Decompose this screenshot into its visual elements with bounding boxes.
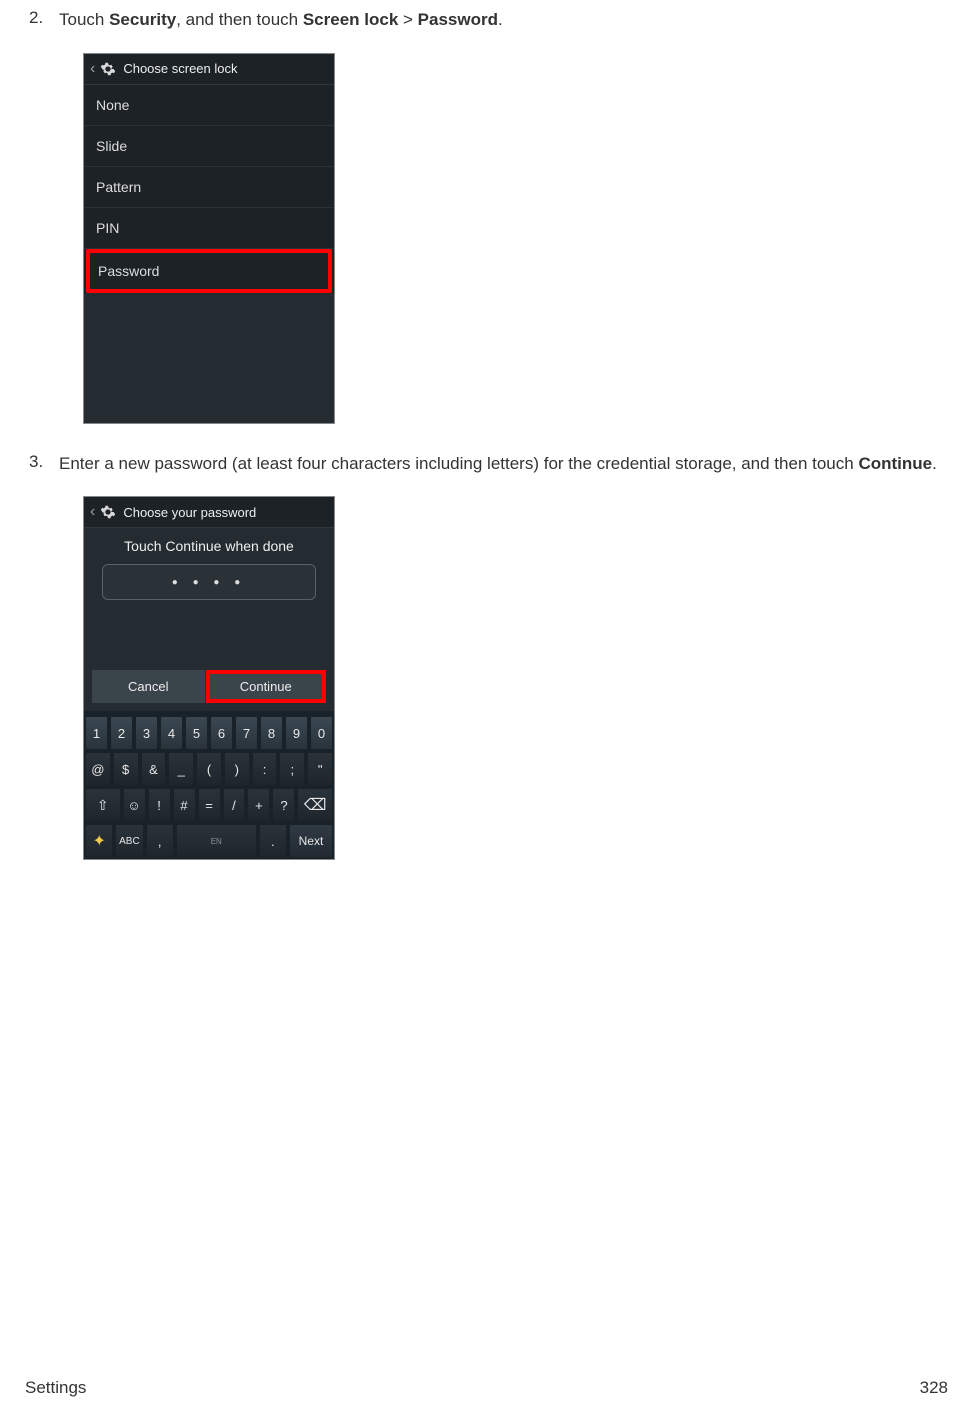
key-abc[interactable]: ABC [115,824,143,858]
step-text: Enter a new password (at least four char… [59,452,948,477]
key-rparen[interactable]: ) [224,752,250,786]
key-next[interactable]: Next [289,824,333,858]
step-3: 3. Enter a new password (at least four c… [25,452,948,477]
step-text: Touch Security, and then touch Screen lo… [59,8,948,33]
back-icon: ‹ [90,504,95,520]
key-shift[interactable]: ⇧ [85,788,121,822]
back-icon: ‹ [90,61,95,77]
key-space[interactable]: EN [176,824,257,858]
key-semicolon[interactable]: ; [279,752,305,786]
key-backspace[interactable]: ⌫ [297,788,333,822]
bold-password: Password [418,10,498,29]
screenshot-header: ‹ Choose your password [84,497,334,528]
empty-space [84,293,334,423]
lock-option-none[interactable]: None [84,85,334,126]
key-2[interactable]: 2 [110,716,133,750]
key-swype[interactable]: ✦ [85,824,113,858]
key-0[interactable]: 0 [310,716,333,750]
lock-option-pin[interactable]: PIN [84,208,334,249]
bold-screen-lock: Screen lock [303,10,398,29]
bold-security: Security [109,10,176,29]
footer-page: 328 [920,1378,948,1398]
key-6[interactable]: 6 [210,716,233,750]
key-9[interactable]: 9 [285,716,308,750]
key-5[interactable]: 5 [185,716,208,750]
key-8[interactable]: 8 [260,716,283,750]
key-at[interactable]: @ [85,752,111,786]
key-equals[interactable]: = [198,788,221,822]
lock-option-slide[interactable]: Slide [84,126,334,167]
key-comma[interactable]: , [146,824,174,858]
lock-option-password[interactable]: Password [90,253,328,289]
key-3[interactable]: 3 [135,716,158,750]
bold-continue: Continue [858,454,932,473]
step-number: 2. [25,8,59,33]
step-number: 3. [25,452,59,477]
footer-section: Settings [25,1378,86,1398]
key-plus[interactable]: + [247,788,270,822]
key-4[interactable]: 4 [160,716,183,750]
screenshot-choose-password: ‹ Choose your password Touch Continue wh… [83,496,335,860]
screenshot-title: Choose screen lock [123,61,237,76]
highlight-password: Password [86,249,332,293]
continue-button[interactable]: Continue [206,670,327,703]
key-period[interactable]: . [259,824,287,858]
key-underscore[interactable]: _ [168,752,194,786]
key-exclaim[interactable]: ! [148,788,171,822]
key-1[interactable]: 1 [85,716,108,750]
key-question[interactable]: ? [272,788,295,822]
screenshot-choose-screen-lock: ‹ Choose screen lock None Slide Pattern … [83,53,335,424]
gear-icon [99,503,117,521]
password-input[interactable]: ● ● ● ● [102,564,316,600]
key-7[interactable]: 7 [235,716,258,750]
key-hash[interactable]: # [173,788,196,822]
key-dollar[interactable]: $ [113,752,139,786]
gear-icon [99,60,117,78]
page-footer: Settings 328 [25,1378,948,1398]
step-2: 2. Touch Security, and then touch Screen… [25,8,948,33]
keyboard: 1 2 3 4 5 6 7 8 9 0 @ $ & _ ( ) : ; " [84,711,334,859]
button-row: Cancel Continue [92,670,326,703]
key-quote[interactable]: " [307,752,333,786]
key-lparen[interactable]: ( [196,752,222,786]
key-amp[interactable]: & [141,752,167,786]
lock-option-pattern[interactable]: Pattern [84,167,334,208]
cancel-button[interactable]: Cancel [92,670,206,703]
key-slash[interactable]: / [223,788,246,822]
screenshot-title: Choose your password [123,505,256,520]
key-colon[interactable]: : [252,752,278,786]
screenshot-header: ‹ Choose screen lock [84,54,334,85]
key-emoji[interactable]: ☺ [123,788,146,822]
subheader: Touch Continue when done [84,528,334,564]
